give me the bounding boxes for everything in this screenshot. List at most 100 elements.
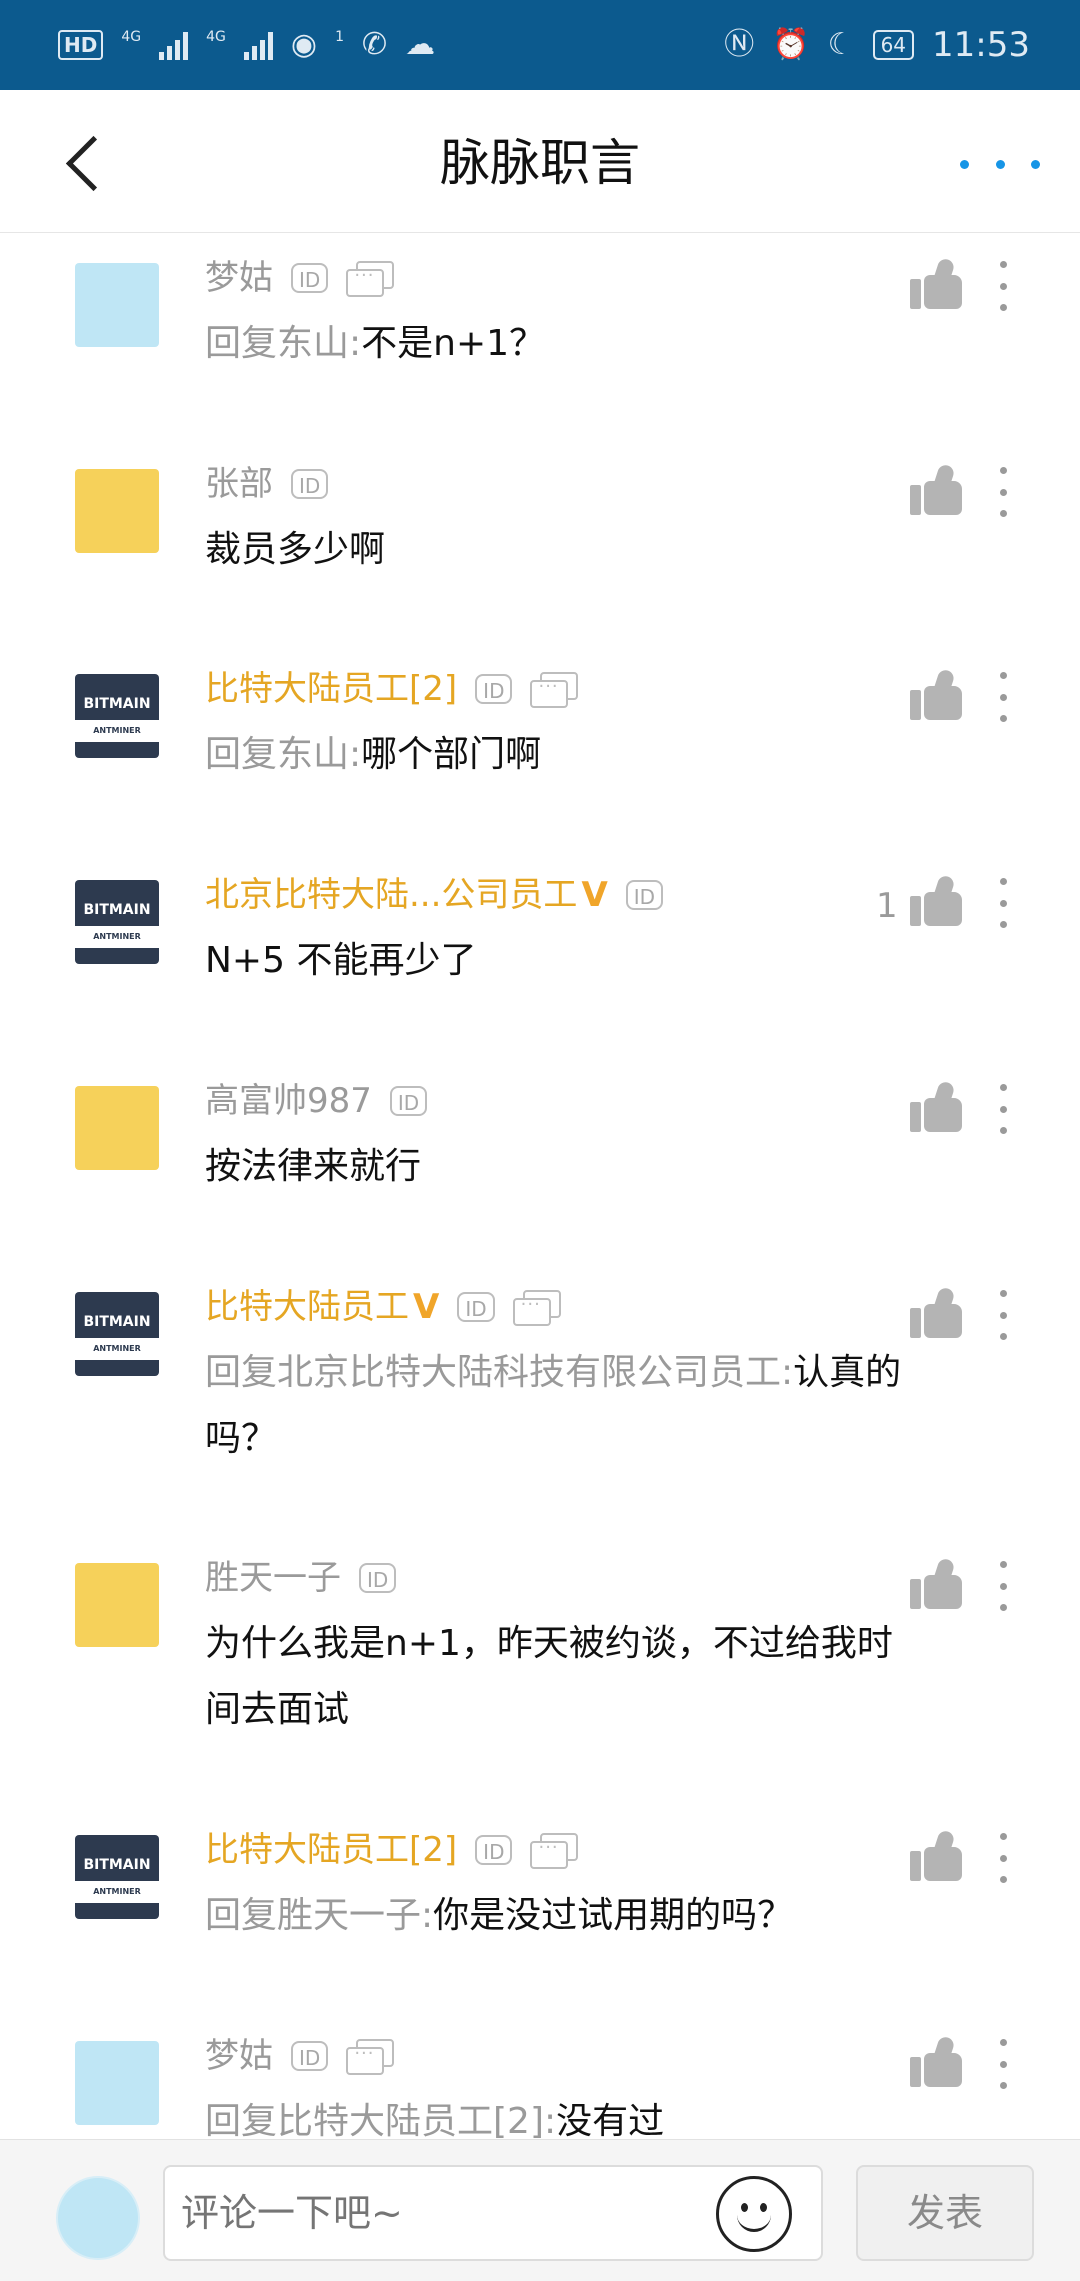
comment-body: N+5 不能再少了 (205, 940, 477, 981)
author-name[interactable]: 比特大陆员工 (205, 1284, 409, 1330)
comment-item: 张部 ID 裁员多少啊 (0, 439, 1080, 639)
page-title: 脉脉职言 (440, 134, 640, 192)
like-count: 1 (876, 886, 898, 926)
kebab-menu-icon[interactable] (986, 261, 1020, 311)
thumbs-up-icon[interactable] (910, 874, 964, 930)
more-dots-icon[interactable] (960, 142, 1040, 186)
author-name[interactable]: 高富帅987 (205, 1078, 372, 1124)
verified-badge-icon: V (413, 1287, 440, 1327)
avatar[interactable]: BITMAIN ANTMINER (75, 674, 159, 758)
author-name[interactable]: 北京比特大陆...公司员工 (205, 872, 577, 918)
avatar[interactable] (75, 469, 159, 553)
kebab-menu-icon[interactable] (986, 878, 1020, 928)
thumbs-up-icon[interactable] (910, 1080, 964, 1136)
kebab-menu-icon[interactable] (986, 672, 1020, 722)
comment-text: 回复北京比特大陆科技有限公司员工:认真的吗？ (205, 1340, 925, 1472)
author-name[interactable]: 张部 (205, 461, 273, 507)
avatar[interactable]: BITMAIN ANTMINER (75, 880, 159, 964)
avatar[interactable]: BITMAIN ANTMINER (75, 1292, 159, 1376)
comment-body: 你是没过试用期的吗？ (433, 1895, 794, 1936)
reply-prefix[interactable]: 回复北京比特大陆科技有限公司员工: (205, 1352, 793, 1393)
kebab-menu-icon[interactable] (986, 467, 1020, 517)
id-badge: ID (291, 263, 329, 293)
comment-body: 按法律来就行 (205, 1146, 422, 1187)
reply-prefix[interactable]: 回复东山: (205, 734, 361, 775)
avatar-sub-text: ANTMINER (75, 1338, 159, 1360)
name-row: 梦姑 ID (205, 255, 395, 301)
battery-icon: 64 (872, 30, 915, 60)
comment-item: BITMAIN ANTMINER 比特大陆员工V ID 回复北京比特大陆科技有限公司员工… (0, 1262, 1080, 1462)
chat-bubbles-icon[interactable] (530, 1833, 579, 1869)
app-header: 脉脉职言 (0, 90, 1080, 233)
comment-text: 回复比特大陆员工[2]:没有过 (205, 2089, 925, 2139)
kebab-menu-icon[interactable] (986, 1084, 1020, 1134)
avatar[interactable] (75, 1563, 159, 1647)
comment-text: 回复东山:哪个部门啊 (205, 722, 925, 788)
kebab-menu-icon[interactable] (986, 1833, 1020, 1883)
comment-item: 高富帅987 ID 按法律来就行 (0, 1056, 1080, 1256)
avatar[interactable] (75, 2041, 159, 2125)
comment-composer: 发表 (0, 2139, 1080, 2281)
author-name[interactable]: 胜天一子 (205, 1555, 341, 1601)
name-row: 梦姑 ID (205, 2033, 395, 2079)
avatar-brand-text: BITMAIN (83, 902, 151, 918)
id-badge: ID (475, 674, 513, 704)
status-bar-right: Ⓝ ⏰ ☾ 64 11:53 (724, 25, 1030, 65)
missed-call-icon: ✆ (361, 27, 388, 62)
thumbs-up-icon[interactable] (910, 1557, 964, 1613)
author-name[interactable]: 梦姑 (205, 255, 273, 301)
kebab-menu-icon[interactable] (986, 1561, 1020, 1611)
comment-text: N+5 不能再少了 (205, 928, 925, 994)
self-avatar[interactable] (56, 2176, 140, 2260)
id-badge: ID (291, 2041, 329, 2071)
status-bar: HD 4G 4G ◉ 1 ✆ ☁ Ⓝ ⏰ ☾ 64 11:53 (0, 0, 1080, 90)
comment-text: 为什么我是n+1，昨天被约谈，不过给我时间去面试 (205, 1611, 925, 1743)
thumbs-up-icon[interactable] (910, 257, 964, 313)
hd-icon: HD (58, 30, 104, 60)
thumbs-up-icon[interactable] (910, 2035, 964, 2091)
thumbs-up-icon[interactable] (910, 1286, 964, 1342)
name-row: 高富帅987 ID (205, 1078, 428, 1124)
comment-body: 哪个部门啊 (361, 734, 542, 775)
hotspot-count: 1 (335, 29, 344, 45)
chat-bubbles-icon[interactable] (512, 1290, 561, 1326)
author-name[interactable]: 比特大陆员工[2] (205, 1827, 457, 1873)
comment-text: 回复胜天一子:你是没过试用期的吗？ (205, 1883, 925, 1949)
smiley-icon[interactable] (716, 2176, 792, 2252)
name-row: 张部 ID (205, 461, 329, 507)
avatar-sub-text: ANTMINER (75, 1881, 159, 1903)
reply-prefix[interactable]: 回复胜天一子: (205, 1895, 433, 1936)
kebab-menu-icon[interactable] (986, 2039, 1020, 2089)
avatar-sub-text: ANTMINER (75, 720, 159, 742)
avatar[interactable]: BITMAIN ANTMINER (75, 1835, 159, 1919)
avatar-brand-text: BITMAIN (83, 696, 151, 712)
reply-prefix[interactable]: 回复比特大陆员工[2]: (205, 2101, 556, 2139)
chat-bubbles-icon[interactable] (346, 261, 395, 297)
chat-bubbles-icon[interactable] (346, 2039, 395, 2075)
send-button[interactable]: 发表 (856, 2165, 1034, 2261)
comment-text: 按法律来就行 (205, 1134, 925, 1200)
thumbs-up-icon[interactable] (910, 463, 964, 519)
id-badge: ID (359, 1563, 397, 1593)
comment-item: BITMAIN ANTMINER 比特大陆员工[2] ID 回复东山:哪个部门啊 (0, 644, 1080, 844)
status-time: 11:53 (932, 25, 1030, 65)
network-type-label-2: 4G (206, 29, 226, 45)
signal-icon (159, 30, 189, 60)
status-bar-left: HD 4G 4G ◉ 1 ✆ ☁ (58, 30, 435, 60)
avatar-sub-text: ANTMINER (75, 926, 159, 948)
avatar[interactable] (75, 263, 159, 347)
network-type-label: 4G (121, 29, 142, 45)
comment-item: 梦姑 ID 回复比特大陆员工[2]:没有过 (0, 2011, 1080, 2139)
comment-list[interactable]: 梦姑ID回复东山:不是n+1？张部ID裁员多少啊BITMAINANTMINER比… (0, 233, 1080, 2139)
thumbs-up-icon[interactable] (910, 668, 964, 724)
comment-item: 梦姑 ID 回复东山:不是n+1？ (0, 233, 1080, 433)
thumbs-up-icon[interactable] (910, 1829, 964, 1885)
reply-prefix[interactable]: 回复东山: (205, 323, 361, 364)
chat-bubbles-icon[interactable] (530, 672, 579, 708)
author-name[interactable]: 梦姑 (205, 2033, 273, 2079)
kebab-menu-icon[interactable] (986, 1290, 1020, 1340)
avatar-brand-text: BITMAIN (83, 1314, 151, 1330)
signal-icon-2 (243, 30, 273, 60)
avatar[interactable] (75, 1086, 159, 1170)
author-name[interactable]: 比特大陆员工[2] (205, 666, 457, 712)
